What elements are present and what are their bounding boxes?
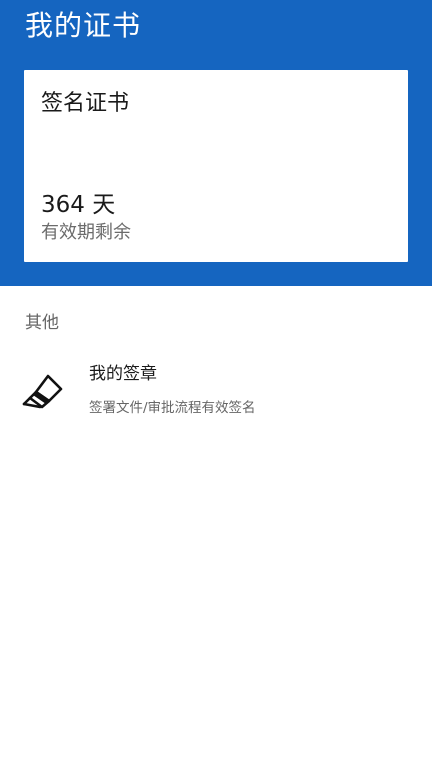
certificate-title: 签名证书 xyxy=(41,91,130,116)
other-section-label: 其他 xyxy=(25,313,59,333)
app-screen: 我的证书 签名证书 364 天 有效期剩余 其他 我的签章 签署文件/审批流程有… xyxy=(0,0,432,768)
my-seal-list-item[interactable]: 我的签章 签署文件/审批流程有效签名 xyxy=(0,352,432,428)
page-title: 我的证书 xyxy=(25,9,142,42)
seal-stamp-icon xyxy=(22,374,63,409)
header: 我的证书 签名证书 364 天 有效期剩余 xyxy=(0,0,432,286)
days-remaining-value: 364 天 xyxy=(41,192,116,218)
my-seal-subtitle: 签署文件/审批流程有效签名 xyxy=(89,400,256,416)
days-remaining-label: 有效期剩余 xyxy=(41,222,131,243)
my-seal-title: 我的签章 xyxy=(89,364,157,384)
signature-certificate-card[interactable]: 签名证书 364 天 有效期剩余 xyxy=(24,70,408,262)
